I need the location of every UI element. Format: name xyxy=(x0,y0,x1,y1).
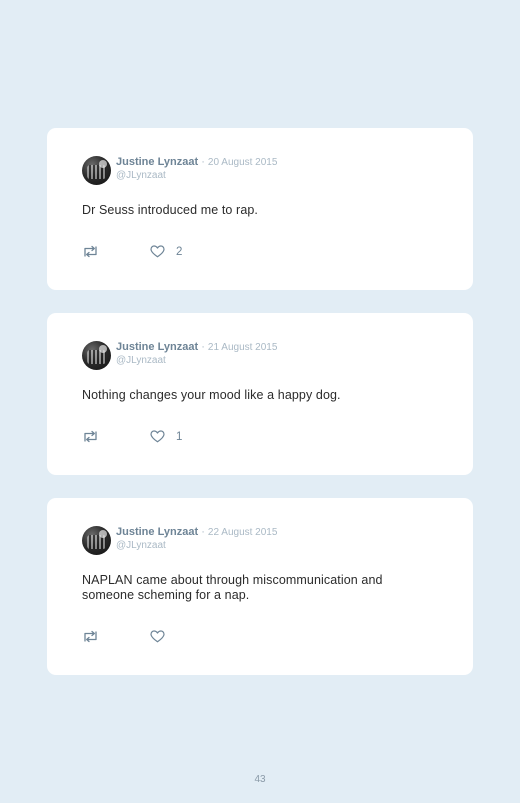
heart-icon[interactable] xyxy=(150,245,167,258)
heart-icon[interactable] xyxy=(150,430,167,443)
retweet-icon[interactable] xyxy=(82,245,99,258)
author-name[interactable]: Justine Lynzaat xyxy=(116,341,198,353)
avatar[interactable] xyxy=(82,341,111,370)
tweet-card: Justine Lynzaat · 20 August 2015 @JLynza… xyxy=(47,128,473,290)
tweet-header: Justine Lynzaat · 22 August 2015 @JLynza… xyxy=(82,526,277,555)
like-group[interactable]: 2 xyxy=(150,245,182,258)
tweet-meta: Justine Lynzaat · 22 August 2015 @JLynza… xyxy=(116,526,277,552)
retweet-icon[interactable] xyxy=(82,430,99,443)
avatar[interactable] xyxy=(82,156,111,185)
separator-dot: · xyxy=(201,526,205,538)
like-count: 2 xyxy=(176,245,183,258)
tweet-actions xyxy=(82,630,176,643)
tweet-date[interactable]: 20 August 2015 xyxy=(208,157,278,168)
like-count: 1 xyxy=(176,430,183,443)
tweet-text: Nothing changes your mood like a happy d… xyxy=(82,388,341,402)
avatar[interactable] xyxy=(82,526,111,555)
tweet-header: Justine Lynzaat · 21 August 2015 @JLynza… xyxy=(82,341,277,370)
tweet-date[interactable]: 21 August 2015 xyxy=(208,342,278,353)
like-group[interactable] xyxy=(150,630,176,643)
author-handle[interactable]: @JLynzaat xyxy=(116,354,277,367)
tweet-actions: 2 xyxy=(82,245,182,258)
tweet-date[interactable]: 22 August 2015 xyxy=(208,527,278,538)
tweet-text: Dr Seuss introduced me to rap. xyxy=(82,203,258,217)
heart-icon[interactable] xyxy=(150,630,167,643)
author-handle[interactable]: @JLynzaat xyxy=(116,169,277,182)
author-name[interactable]: Justine Lynzaat xyxy=(116,156,198,168)
author-name[interactable]: Justine Lynzaat xyxy=(116,526,198,538)
page-number: 43 xyxy=(254,774,266,785)
tweet-meta: Justine Lynzaat · 21 August 2015 @JLynza… xyxy=(116,341,277,367)
tweet-text: NAPLAN came about through miscommunicati… xyxy=(82,573,383,602)
like-group[interactable]: 1 xyxy=(150,430,182,443)
tweet-card: Justine Lynzaat · 21 August 2015 @JLynza… xyxy=(47,313,473,475)
tweet-header: Justine Lynzaat · 20 August 2015 @JLynza… xyxy=(82,156,277,185)
tweet-actions: 1 xyxy=(82,430,182,443)
author-handle[interactable]: @JLynzaat xyxy=(116,539,277,552)
tweet-meta: Justine Lynzaat · 20 August 2015 @JLynza… xyxy=(116,156,277,182)
tweet-card: Justine Lynzaat · 22 August 2015 @JLynza… xyxy=(47,498,473,675)
retweet-icon[interactable] xyxy=(82,630,99,643)
separator-dot: · xyxy=(201,341,205,353)
separator-dot: · xyxy=(201,156,205,168)
